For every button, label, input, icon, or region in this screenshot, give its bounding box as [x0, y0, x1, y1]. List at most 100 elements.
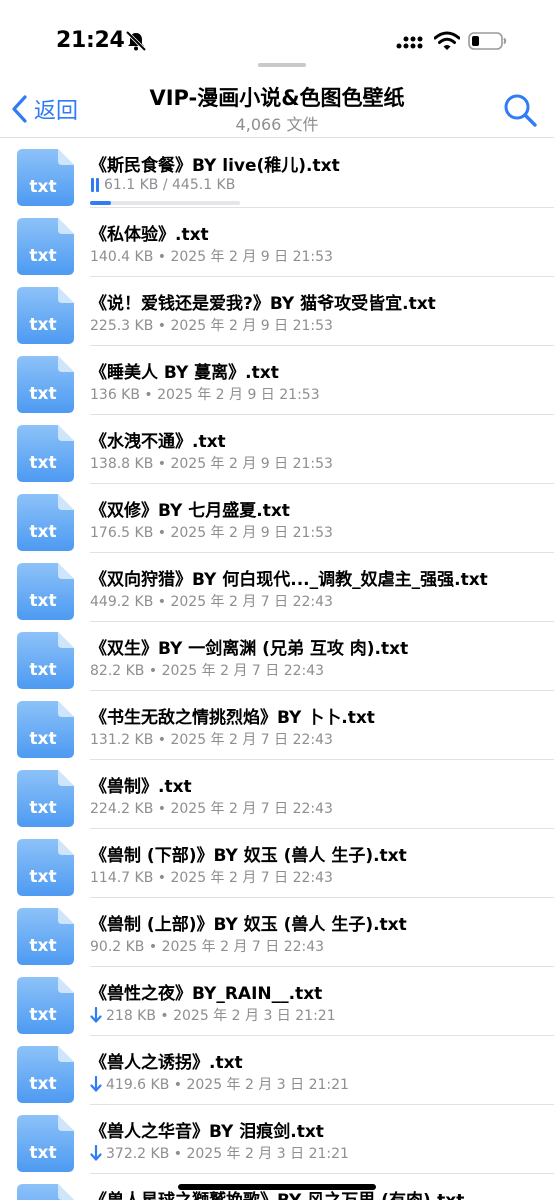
file-meta-text: 225.3 KB • 2025 年 2 月 9 日 21:53 [90, 318, 333, 334]
txt-file-icon: txt [17, 218, 74, 275]
file-type-label: txt [29, 729, 56, 749]
file-name: 《说！爱钱还是爱我?》BY 猫爷攻受皆宜.txt [90, 294, 436, 314]
file-type-label: txt [29, 315, 56, 335]
file-meta: 131.2 KB • 2025 年 2 月 7 日 22:43 [90, 729, 333, 749]
file-type-label: txt [29, 660, 56, 680]
file-type-label: txt [29, 1005, 56, 1025]
file-name: 《兽人之诱拐》.txt [90, 1053, 243, 1073]
file-row[interactable]: txt 《兽制 (下部)》BY 奴玉 (兽人 生子).txt 114.7 KB • … [0, 829, 554, 898]
file-meta: 176.5 KB • 2025 年 2 月 9 日 21:53 [90, 522, 333, 542]
txt-file-icon: txt [17, 149, 74, 206]
txt-file-icon: txt [17, 563, 74, 620]
file-name: 《兽制 (上部)》BY 奴玉 (兽人 生子).txt [90, 915, 407, 935]
file-row[interactable]: txt 《书生无敌之情挑烈焰》BY 卜卜.txt 131.2 KB • 2025 年… [0, 691, 554, 760]
file-type-label: txt [29, 522, 56, 542]
file-name: 《兽制 (下部)》BY 奴玉 (兽人 生子).txt [90, 846, 407, 866]
file-meta-text: 82.2 KB • 2025 年 2 月 7 日 22:43 [90, 663, 325, 679]
file-name: 《兽人之华音》BY 泪痕剑.txt [90, 1122, 324, 1142]
download-progress-fill [90, 201, 111, 205]
file-meta: 61.1 KB / 445.1 KB [90, 177, 235, 193]
file-meta: 114.7 KB • 2025 年 2 月 7 日 22:43 [90, 867, 333, 887]
file-meta: 224.2 KB • 2025 年 2 月 7 日 22:43 [90, 798, 333, 818]
file-meta: 218 KB • 2025 年 2 月 3 日 21:21 [90, 1005, 336, 1025]
txt-file-icon: txt [17, 1046, 74, 1103]
navigation-bar: 返回 VIP-漫画小说&色图色壁纸 4,066 文件 [0, 74, 554, 138]
file-row[interactable]: txt 《兽制 (上部)》BY 奴玉 (兽人 生子).txt 90.2 KB • 2… [0, 898, 554, 967]
file-meta-text: 138.8 KB • 2025 年 2 月 9 日 21:53 [90, 456, 333, 472]
back-label: 返回 [34, 99, 79, 124]
txt-file-icon: txt [17, 632, 74, 689]
status-time: 21:24 [56, 28, 125, 53]
search-icon[interactable] [502, 92, 538, 128]
file-type-label: txt [29, 453, 56, 473]
txt-file-icon: txt [17, 977, 74, 1034]
download-arrow-icon [90, 1145, 102, 1161]
file-meta-text: 131.2 KB • 2025 年 2 月 7 日 22:43 [90, 732, 333, 748]
txt-file-icon: txt [17, 701, 74, 758]
file-meta-text: 140.4 KB • 2025 年 2 月 9 日 21:53 [90, 249, 333, 265]
file-type-label: txt [29, 177, 56, 197]
file-row[interactable]: txt 《兽人之诱拐》.txt 419.6 KB • 2025 年 2 月 3 日 … [0, 1036, 554, 1105]
file-meta: 82.2 KB • 2025 年 2 月 7 日 22:43 [90, 660, 324, 680]
txt-file-icon: txt [17, 494, 74, 551]
file-row[interactable]: txt 《双向狩猎》BY 何白现代..._调教_奴虐主_强强.txt 449.2 K… [0, 553, 554, 622]
file-meta-text: 136 KB • 2025 年 2 月 9 日 21:53 [90, 387, 320, 403]
file-type-label: txt [29, 1143, 56, 1163]
sheet-grabber[interactable] [258, 63, 306, 67]
file-row[interactable]: txt 《斯民食餐》BY live(稚儿).txt 61.1 KB / 445.1 … [0, 139, 554, 208]
wifi-icon [434, 31, 460, 50]
battery-icon [468, 32, 507, 50]
txt-file-icon: txt [17, 1184, 74, 1200]
download-arrow-icon [90, 1076, 102, 1092]
file-meta-text: 61.1 KB / 445.1 KB [104, 177, 236, 193]
file-name: 《双向狩猎》BY 何白现代..._调教_奴虐主_强强.txt [90, 570, 488, 590]
cellular-signal-icon [396, 36, 423, 49]
file-name: 《书生无敌之情挑烈焰》BY 卜卜.txt [90, 708, 375, 728]
file-type-label: txt [29, 384, 56, 404]
file-row[interactable]: txt 《兽制》.txt 224.2 KB • 2025 年 2 月 7 日 22:… [0, 760, 554, 829]
file-name: 《睡美人 BY 蔓离》.txt [90, 363, 279, 383]
file-meta-text: 372.2 KB • 2025 年 2 月 3 日 21:21 [106, 1146, 349, 1162]
chevron-left-icon [12, 95, 27, 123]
txt-file-icon: txt [17, 425, 74, 482]
file-name: 《兽制》.txt [90, 777, 192, 797]
file-meta-text: 176.5 KB • 2025 年 2 月 9 日 21:53 [90, 525, 333, 541]
download-arrow-icon [90, 1007, 102, 1023]
status-bar: 21:24 [0, 0, 554, 67]
file-name: 《斯民食餐》BY live(稚儿).txt [90, 156, 340, 176]
back-button[interactable]: 返回 [10, 92, 78, 126]
file-meta-text: 218 KB • 2025 年 2 月 3 日 21:21 [106, 1008, 336, 1024]
file-row[interactable]: txt 《兽人之华音》BY 泪痕剑.txt 372.2 KB • 2025 年 2 … [0, 1105, 554, 1174]
txt-file-icon: txt [17, 356, 74, 413]
file-name: 《水洩不通》.txt [90, 432, 226, 452]
file-meta: 136 KB • 2025 年 2 月 9 日 21:53 [90, 384, 320, 404]
file-row[interactable]: txt 《睡美人 BY 蔓离》.txt 136 KB • 2025 年 2 月 9 … [0, 346, 554, 415]
txt-file-icon: txt [17, 839, 74, 896]
file-name: 《兽性之夜》BY_RAIN__.txt [90, 984, 323, 1004]
file-meta: 138.8 KB • 2025 年 2 月 9 日 21:53 [90, 453, 333, 473]
file-type-label: txt [29, 798, 56, 818]
file-row[interactable]: txt 《双修》BY 七月盛夏.txt 176.5 KB • 2025 年 2 月 … [0, 484, 554, 553]
home-indicator[interactable] [178, 1184, 376, 1190]
file-row[interactable]: txt 《私体验》.txt 140.4 KB • 2025 年 2 月 9 日 21… [0, 208, 554, 277]
download-progress-bar [90, 201, 240, 205]
file-row[interactable]: txt 《水洩不通》.txt 138.8 KB • 2025 年 2 月 9 日 2… [0, 415, 554, 484]
file-type-label: txt [29, 936, 56, 956]
pause-icon[interactable] [90, 178, 100, 192]
file-type-label: txt [29, 1074, 56, 1094]
file-meta-text: 90.2 KB • 2025 年 2 月 7 日 22:43 [90, 939, 325, 955]
file-meta: 372.2 KB • 2025 年 2 月 3 日 21:21 [90, 1143, 349, 1163]
file-meta-text: 224.2 KB • 2025 年 2 月 7 日 22:43 [90, 801, 333, 817]
file-row[interactable]: txt 《双生》BY 一剑离渊 (兄弟 互攻 肉).txt 82.2 KB • 20… [0, 622, 554, 691]
file-type-label: txt [29, 867, 56, 887]
file-row[interactable]: txt 《兽性之夜》BY_RAIN__.txt 218 KB • 2025 年 2 … [0, 967, 554, 1036]
file-meta-text: 114.7 KB • 2025 年 2 月 7 日 22:43 [90, 870, 333, 886]
file-name: 《双修》BY 七月盛夏.txt [90, 501, 290, 521]
file-meta: 225.3 KB • 2025 年 2 月 9 日 21:53 [90, 315, 333, 335]
file-list[interactable]: txt 《斯民食餐》BY live(稚儿).txt 61.1 KB / 445.1 … [0, 139, 554, 1200]
file-row[interactable]: txt 《说！爱钱还是爱我?》BY 猫爷攻受皆宜.txt 225.3 KB • 20… [0, 277, 554, 346]
txt-file-icon: txt [17, 1115, 74, 1172]
file-name: 《私体验》.txt [90, 225, 209, 245]
file-meta-text: 419.6 KB • 2025 年 2 月 3 日 21:21 [106, 1077, 349, 1093]
file-type-label: txt [29, 246, 56, 266]
